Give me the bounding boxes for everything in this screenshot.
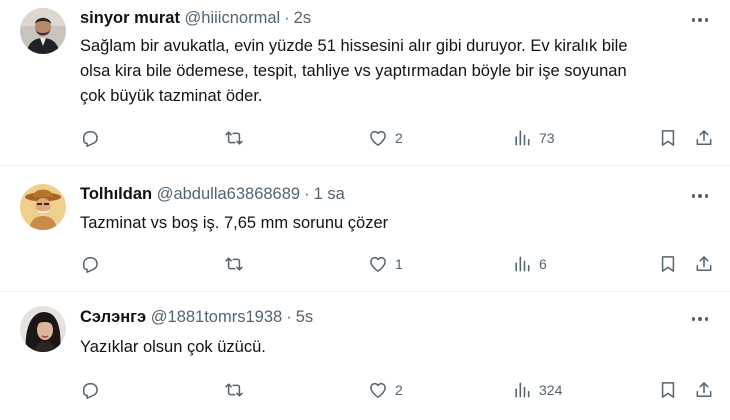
heart-icon	[370, 382, 386, 398]
retweet-icon	[225, 257, 243, 271]
display-name[interactable]: sinyor murat	[80, 9, 180, 27]
share-button[interactable]	[694, 126, 714, 150]
share-icon	[696, 382, 712, 397]
avatar[interactable]	[20, 8, 66, 54]
share-icon	[696, 256, 712, 271]
more-horizontal-icon[interactable]	[688, 309, 712, 329]
heart-icon	[370, 256, 386, 272]
user-handle[interactable]: @abdulla63868689	[157, 185, 300, 203]
views-chart-icon	[515, 382, 530, 398]
tweet-2[interactable]: Tolhıldan @abdulla63868689 · 1 sa Tazminat…	[0, 166, 730, 292]
views-chart-icon	[515, 130, 530, 146]
display-name[interactable]: Сэлэнгэ	[80, 308, 146, 326]
action-bar: 2 324	[0, 378, 730, 402]
retweet-icon	[225, 383, 243, 397]
share-icon	[696, 130, 712, 145]
bookmark-button[interactable]	[658, 126, 678, 150]
tweet-text: Yazıklar olsun çok üzücü.	[80, 335, 700, 360]
like-button[interactable]: 1	[368, 252, 403, 276]
user-handle[interactable]: @1881tomrs1938	[151, 308, 282, 326]
tweet-text-line: olsa kira bile ödemese, tespit, tahliye …	[80, 62, 627, 80]
tweet-1[interactable]: sinyor murat @hiiicnormal · 2s Sağlam bir …	[0, 0, 730, 166]
reply-button[interactable]	[80, 126, 100, 150]
reply-icon	[83, 383, 98, 399]
retweet-button[interactable]	[224, 378, 244, 402]
separator-dot: ·	[304, 185, 310, 203]
retweet-button[interactable]	[224, 126, 244, 150]
tweet-header: Сэлэнгэ @1881tomrs1938 · 5s	[80, 307, 670, 327]
reply-button[interactable]	[80, 252, 100, 276]
like-count: 2	[395, 382, 403, 398]
tweet-text: Tazminat vs boş iş. 7,65 mm sorunu çözer	[80, 211, 700, 236]
view-count: 73	[539, 130, 555, 146]
more-horizontal-icon[interactable]	[688, 186, 712, 206]
views-button[interactable]: 6	[512, 252, 547, 276]
separator-dot: ·	[286, 308, 292, 326]
tweet-header: Tolhıldan @abdulla63868689 · 1 sa	[80, 184, 670, 204]
user-handle[interactable]: @hiiicnormal	[185, 9, 281, 27]
views-chart-icon	[515, 256, 530, 272]
bookmark-icon	[661, 256, 675, 272]
reply-icon	[83, 131, 98, 147]
like-button[interactable]: 2	[368, 378, 403, 402]
like-count: 1	[395, 256, 403, 272]
share-button[interactable]	[694, 378, 714, 402]
view-count: 6	[539, 256, 547, 272]
like-count: 2	[395, 130, 403, 146]
tweet-3[interactable]: Сэлэнгэ @1881tomrs1938 · 5s Yazıklar olsun…	[0, 292, 730, 420]
more-horizontal-icon[interactable]	[688, 10, 712, 30]
action-bar: 2 73	[0, 126, 730, 150]
retweet-icon	[225, 131, 243, 145]
tweet-text-line: Sağlam bir avukatla, evin yüzde 51 hisse…	[80, 37, 628, 55]
avatar[interactable]	[20, 306, 66, 352]
timestamp[interactable]: 1 sa	[314, 185, 345, 203]
bookmark-button[interactable]	[658, 378, 678, 402]
share-button[interactable]	[694, 252, 714, 276]
retweet-button[interactable]	[224, 252, 244, 276]
views-button[interactable]: 73	[512, 126, 555, 150]
action-bar: 1 6	[0, 252, 730, 276]
heart-icon	[370, 130, 386, 146]
timestamp[interactable]: 5s	[296, 308, 313, 326]
bookmark-icon	[661, 130, 675, 146]
reply-button[interactable]	[80, 378, 100, 402]
tweet-text-line: Yazıklar olsun çok üzücü.	[80, 338, 266, 356]
views-button[interactable]: 324	[512, 378, 562, 402]
tweet-text-line: Tazminat vs boş iş. 7,65 mm sorunu çözer	[80, 214, 389, 232]
tweet-header: sinyor murat @hiiicnormal · 2s	[80, 8, 670, 28]
tweet-text: Sağlam bir avukatla, evin yüzde 51 hisse…	[80, 34, 700, 109]
timestamp[interactable]: 2s	[294, 9, 311, 27]
bookmark-icon	[661, 382, 675, 398]
avatar[interactable]	[20, 184, 66, 230]
separator-dot: ·	[284, 9, 290, 27]
tweet-text-line: çok büyük tazminat öder.	[80, 87, 263, 105]
display-name[interactable]: Tolhıldan	[80, 185, 152, 203]
reply-icon	[83, 257, 98, 273]
bookmark-button[interactable]	[658, 252, 678, 276]
like-button[interactable]: 2	[368, 126, 403, 150]
view-count: 324	[539, 382, 563, 398]
